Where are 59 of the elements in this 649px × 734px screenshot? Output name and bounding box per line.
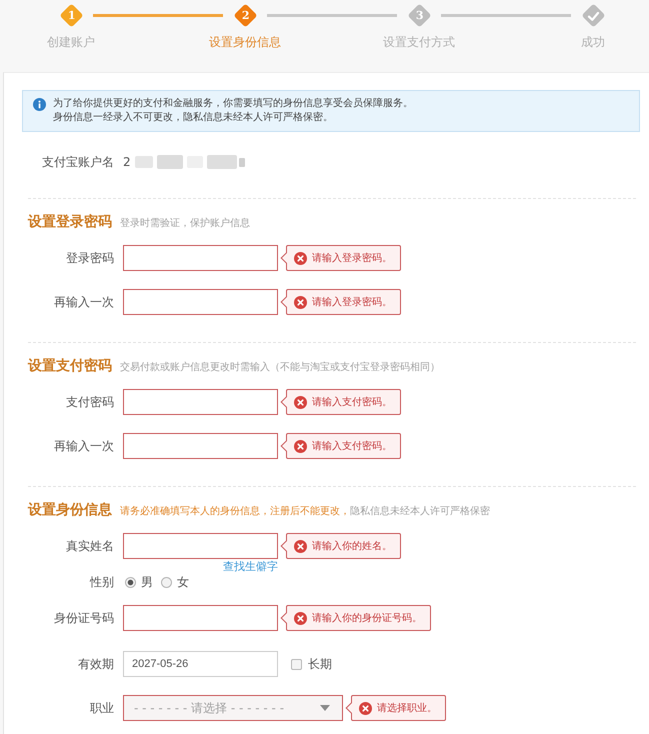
radio-label: 女: [177, 574, 189, 590]
notice-text: 身份信息一经录入不可更改，隐私信息未经本人许可严格保密。: [53, 111, 333, 125]
error-icon: [294, 540, 307, 552]
section-hint: 隐私信息未经本人许可严格保密: [350, 505, 490, 519]
step-marker: 3: [406, 2, 432, 28]
error-icon: [359, 702, 372, 714]
error-message: 请输入支付密码。: [312, 440, 392, 453]
error-icon: [294, 612, 307, 624]
checkbox[interactable]: [291, 658, 302, 670]
section-title: 设置身份信息: [28, 501, 112, 520]
field-label: 有效期: [78, 657, 114, 671]
step-label: 设置身份信息: [209, 35, 281, 49]
error-icon: [294, 252, 307, 264]
step-label: 成功: [581, 35, 605, 49]
text-field[interactable]: [123, 605, 278, 631]
field-label: 职业: [90, 701, 114, 715]
error-icon: [294, 296, 307, 308]
error-message: 请输入登录密码。: [312, 252, 392, 265]
error-message: 请选择职业。: [377, 702, 437, 715]
radio-label: 男: [141, 574, 153, 590]
password-field[interactable]: [123, 245, 278, 271]
radio-button[interactable]: [125, 576, 136, 588]
checkbox-label: 长期: [308, 656, 332, 672]
section-hint: 交易付款或账户信息更改时需输入（不能与淘宝或支付宝登录密码相同）: [120, 361, 440, 375]
step-label: 创建账户: [47, 35, 95, 49]
error-icon: [294, 396, 307, 408]
date-field[interactable]: 2027-05-26: [123, 651, 278, 677]
text-field[interactable]: [123, 533, 278, 559]
field-label: 登录密码: [66, 251, 114, 265]
field-label: 性别: [90, 575, 114, 589]
field-label: 身份证号码: [54, 611, 114, 625]
info-icon: [33, 98, 46, 111]
field-label: 支付宝账户名: [42, 155, 114, 169]
error-message: 请输入你的身份证号码。: [312, 612, 422, 625]
step-marker: 1: [58, 2, 84, 28]
field-label: 真实姓名: [66, 539, 114, 553]
error-message: 请输入你的姓名。: [312, 540, 392, 553]
password-field[interactable]: [123, 289, 278, 315]
occupation-dropdown[interactable]: - - - - - - - 请选择 - - - - - - -: [123, 695, 343, 721]
check-icon: [587, 9, 599, 21]
warning-hint: 请务必准确填写本人的身份信息，注册后不能更改，: [120, 505, 350, 519]
account-name: 2: [123, 155, 131, 169]
field-label: 再输入一次: [54, 439, 114, 453]
notice-text: 为了给你提供更好的支付和金融服务，你需要填写的身份信息享受会员保障服务。: [53, 97, 413, 111]
error-message: 请输入登录密码。: [312, 296, 392, 309]
step-marker: 2: [232, 2, 258, 28]
error-icon: [294, 440, 307, 452]
caret-icon: [320, 705, 330, 711]
password-field[interactable]: [123, 433, 278, 459]
section-title: 设置登录密码: [28, 212, 112, 232]
rare-character-link[interactable]: 查找生僻字: [223, 560, 278, 574]
radio-button[interactable]: [161, 576, 172, 588]
section-hint: 登录时需验证，保护账户信息: [120, 217, 250, 231]
field-label: 支付密码: [66, 395, 114, 409]
step-label: 设置支付方式: [383, 35, 455, 49]
section-title: 设置支付密码: [28, 356, 112, 376]
error-message: 请输入支付密码。: [312, 396, 392, 409]
password-field[interactable]: [123, 389, 278, 415]
field-label: 再输入一次: [54, 295, 114, 309]
